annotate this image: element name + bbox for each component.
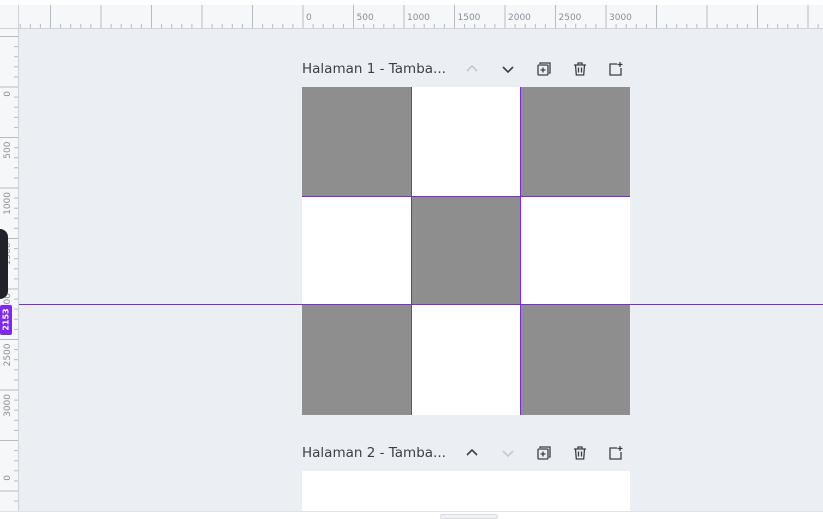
delete-page-button[interactable] [568,441,592,465]
duplicate-page-icon [537,446,551,460]
ruler-label: 3000 [609,13,632,23]
grid-cell-gray[interactable] [520,87,630,196]
side-panel-handle[interactable] [0,229,8,299]
ruler-label: 0 [3,91,13,97]
move-page-up-button[interactable] [460,57,484,81]
chevron-up-icon [466,448,478,456]
ruler-corner [0,5,19,29]
duplicate-page-button[interactable] [532,441,556,465]
trash-icon [574,62,586,76]
column-guide [411,87,412,415]
ruler-label: 2500 [3,343,13,366]
column-guide [520,87,521,415]
scrollbar-thumb[interactable] [440,514,498,519]
chevron-down-icon [502,450,514,458]
ruler-label: 1000 [407,13,430,23]
grid-cell-gray[interactable] [302,87,411,196]
ruler-label: 500 [357,13,374,23]
chevron-up-icon [466,64,478,72]
page-1-header: Halaman 1 - Tamba... [302,57,632,81]
add-page-button[interactable] [604,441,628,465]
move-page-up-button[interactable] [460,441,484,465]
duplicate-page-icon [537,62,551,76]
horizontal-ruler[interactable]: 0 500 1000 1500 2000 2500 3000 [19,5,823,29]
page-1-canvas[interactable] [302,87,630,415]
move-page-down-button[interactable] [496,441,520,465]
grid-cell-white[interactable] [411,87,520,196]
ruler-label: 1500 [458,13,481,23]
ruler-label: 500 [3,141,13,158]
trash-icon [574,446,586,460]
add-page-icon [609,62,623,76]
grid-cell-white[interactable] [520,196,630,305]
ruler-label: 2500 [559,13,582,23]
delete-page-button[interactable] [568,57,592,81]
guide-position-badge: 2153 [0,305,12,335]
grid-cell-gray[interactable] [520,305,630,415]
grid-cell-gray[interactable] [411,196,520,305]
grid-cell-white[interactable] [411,305,520,415]
ruler-label: 0 [3,475,13,481]
page-2-header: Halaman 2 - Tamba... [302,441,632,465]
duplicate-page-button[interactable] [532,57,556,81]
grid-cell-white[interactable] [302,196,411,305]
bottom-scrollbar-track[interactable] [0,511,823,519]
ruler-label: 1000 [3,192,13,215]
add-page-icon [609,446,623,460]
page-2-title[interactable]: Halaman 2 - Tamba... [302,445,462,461]
ruler-guide-line[interactable] [19,304,823,305]
grid-cell-gray[interactable] [302,305,411,415]
chevron-down-icon [502,66,514,74]
checker-grid [302,87,630,415]
page-1-title[interactable]: Halaman 1 - Tamba... [302,61,462,77]
ruler-label: 3000 [3,394,13,417]
row-guide [302,196,630,197]
page-2-canvas[interactable] [302,471,630,511]
ruler-label: 2000 [508,13,531,23]
guide-position-label: 2153 [1,308,11,331]
add-page-button[interactable] [604,57,628,81]
move-page-down-button[interactable] [496,57,520,81]
ruler-label: 0 [306,13,312,23]
